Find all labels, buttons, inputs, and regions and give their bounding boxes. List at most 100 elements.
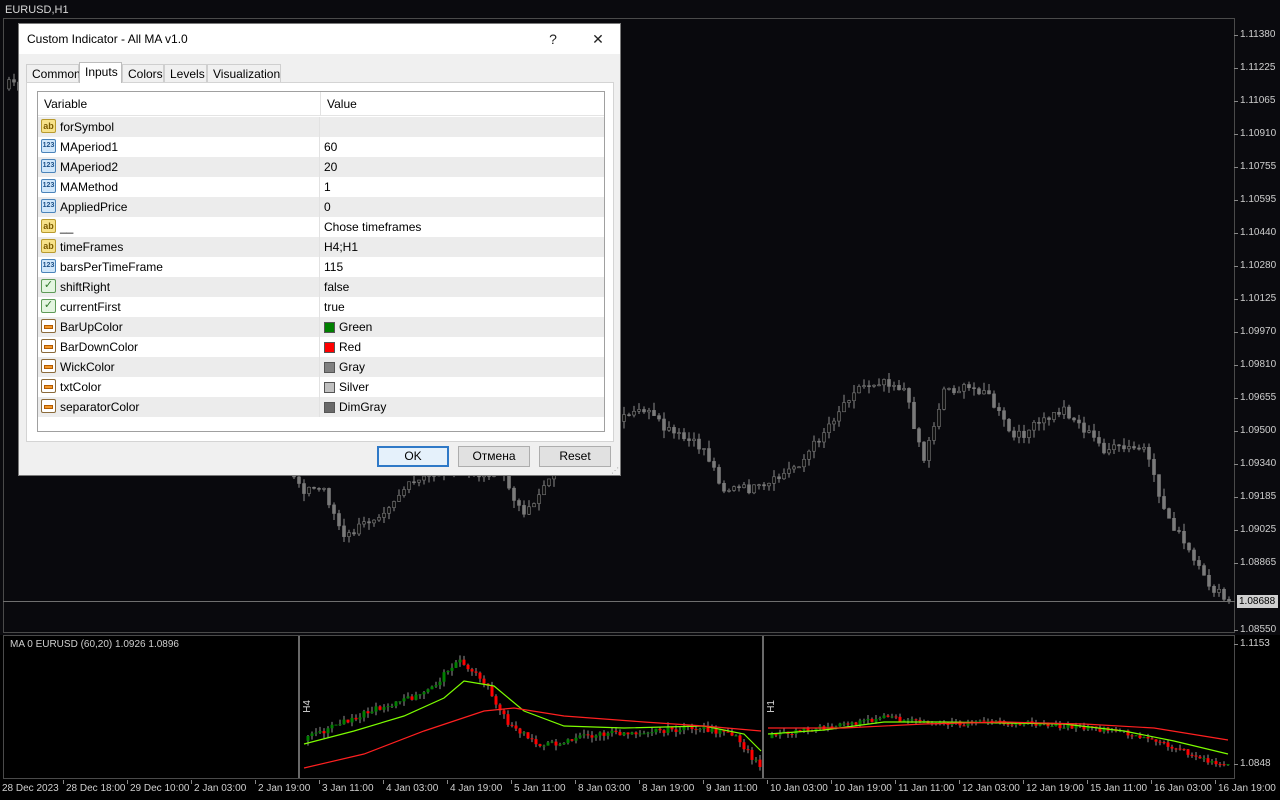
- candle-bearish: [694, 729, 698, 731]
- candle-bullish: [1142, 447, 1146, 450]
- candle-bullish: [610, 730, 614, 734]
- candle-bearish: [1194, 755, 1198, 757]
- value-cell[interactable]: 1: [321, 177, 604, 197]
- candle-bullish: [882, 715, 886, 719]
- tab-colors[interactable]: Colors: [122, 64, 164, 82]
- value-cell[interactable]: true: [321, 297, 604, 317]
- input-row-timeframes[interactable]: ab timeFrames H4;H1: [38, 237, 604, 257]
- candle-bearish: [897, 385, 901, 391]
- candle-bullish: [637, 409, 641, 412]
- input-row-mamethod[interactable]: 123 MAMethod 1: [38, 177, 604, 197]
- value-cell[interactable]: Green: [321, 317, 604, 337]
- candle-bearish: [1187, 542, 1191, 551]
- value-cell[interactable]: Silver: [321, 377, 604, 397]
- input-row-barspertimeframe[interactable]: 123 barsPerTimeFrame 115: [38, 257, 604, 277]
- tab-levels[interactable]: Levels: [164, 64, 207, 82]
- cancel-button[interactable]: Отмена: [458, 446, 530, 467]
- value-cell[interactable]: 0: [321, 197, 604, 217]
- variable-value: Silver: [339, 380, 370, 394]
- column-header-variable[interactable]: Variable: [38, 92, 321, 116]
- candle-bearish: [777, 476, 781, 480]
- candle-bullish: [802, 728, 806, 731]
- value-cell[interactable]: false: [321, 277, 604, 297]
- candle-bullish: [802, 458, 806, 468]
- input-row-barupcolor[interactable]: BarUpColor Green: [38, 317, 604, 337]
- candle-bullish: [702, 448, 706, 450]
- candle-bearish: [478, 672, 482, 679]
- tab-visualization[interactable]: Visualization: [207, 64, 281, 82]
- value-cell[interactable]: Gray: [321, 357, 604, 377]
- input-row-maperiod1[interactable]: 123 MAperiod1 60: [38, 137, 604, 157]
- candle-bearish: [1002, 410, 1006, 420]
- input-row-forsymbol[interactable]: ab forSymbol: [38, 117, 604, 137]
- candle-bullish: [646, 732, 650, 734]
- dialog-titlebar[interactable]: Custom Indicator - All MA v1.0 ? ✕: [19, 24, 620, 54]
- value-cell[interactable]: DimGray: [321, 397, 604, 417]
- candle-bullish: [458, 659, 462, 663]
- value-cell[interactable]: 115: [321, 257, 604, 277]
- variable-name: timeFrames: [60, 240, 124, 254]
- candle-bullish: [742, 484, 746, 488]
- candle-bullish: [787, 468, 791, 474]
- candle-bullish: [994, 720, 998, 722]
- custom-indicator-dialog[interactable]: Custom Indicator - All MA v1.0 ? ✕ Commo…: [18, 23, 621, 476]
- value-cell[interactable]: Chose timeframes: [321, 217, 604, 237]
- candle-bearish: [1037, 422, 1041, 424]
- candle-bearish: [297, 476, 301, 484]
- candle-bullish: [797, 466, 801, 469]
- ok-button[interactable]: OK: [377, 446, 449, 467]
- input-row-txtcolor[interactable]: txtColor Silver: [38, 377, 604, 397]
- value-cell[interactable]: H4;H1: [321, 237, 604, 257]
- tab-inputs[interactable]: Inputs: [79, 62, 122, 83]
- candle-bearish: [854, 722, 858, 725]
- candle-bearish: [886, 715, 890, 717]
- candle-bullish: [978, 720, 982, 722]
- candle-bearish: [346, 719, 350, 723]
- input-row-currentfirst[interactable]: ✓ currentFirst true: [38, 297, 604, 317]
- candle-bearish: [746, 749, 750, 751]
- candle-bullish: [342, 719, 346, 725]
- price-tick: 1.08550: [1234, 624, 1280, 635]
- column-header-value[interactable]: Value: [321, 92, 604, 116]
- value-cell[interactable]: 20: [321, 157, 604, 177]
- value-cell[interactable]: 60: [321, 137, 604, 157]
- inputs-grid[interactable]: Variable Value ab forSymbol 123 MAperiod1 60…: [37, 91, 605, 432]
- time-label: 10 Jan 19:00: [831, 780, 892, 794]
- candle-bullish: [654, 728, 658, 733]
- help-button[interactable]: ?: [531, 24, 575, 54]
- candle-bullish: [872, 384, 876, 387]
- input-row-wickcolor[interactable]: WickColor Gray: [38, 357, 604, 377]
- input-row-separator[interactable]: ab __ Chose timeframes: [38, 217, 604, 237]
- input-row-appliedprice[interactable]: 123 AppliedPrice 0: [38, 197, 604, 217]
- candle-bearish: [697, 438, 701, 450]
- candle-bullish: [1052, 412, 1056, 420]
- candle-bearish: [1197, 560, 1201, 566]
- input-row-bardowncolor[interactable]: BarDownColor Red: [38, 337, 604, 357]
- indicator-subwindow[interactable]: [3, 635, 1235, 779]
- candle-bullish: [727, 490, 731, 492]
- variable-name: BarDownColor: [60, 340, 139, 354]
- candle-bearish: [750, 749, 754, 760]
- bool-type-icon: ✓: [41, 299, 56, 313]
- candle-bearish: [1182, 749, 1186, 751]
- resize-grip-icon[interactable]: ⋰: [611, 466, 619, 475]
- candle-bearish: [987, 390, 991, 395]
- value-cell[interactable]: Red: [321, 337, 604, 357]
- candle-bearish: [1122, 445, 1126, 450]
- candle-bullish: [847, 400, 851, 403]
- candle-bearish: [1018, 724, 1022, 726]
- candle-bearish: [1067, 406, 1071, 419]
- candle-bearish: [1167, 508, 1171, 519]
- close-button[interactable]: ✕: [576, 24, 620, 54]
- price-tick: 1.10440: [1234, 227, 1280, 238]
- input-row-shiftright[interactable]: ✓ shiftRight false: [38, 277, 604, 297]
- candle-bearish: [657, 415, 661, 420]
- input-row-separatorcolor[interactable]: separatorColor DimGray: [38, 397, 604, 417]
- candle-bearish: [474, 671, 478, 673]
- tab-common[interactable]: Common: [26, 64, 81, 82]
- candle-bullish: [1087, 430, 1091, 433]
- candle-bearish: [602, 732, 606, 736]
- input-row-maperiod2[interactable]: 123 MAperiod2 20: [38, 157, 604, 177]
- reset-button[interactable]: Reset: [539, 446, 611, 467]
- value-cell[interactable]: [321, 117, 604, 137]
